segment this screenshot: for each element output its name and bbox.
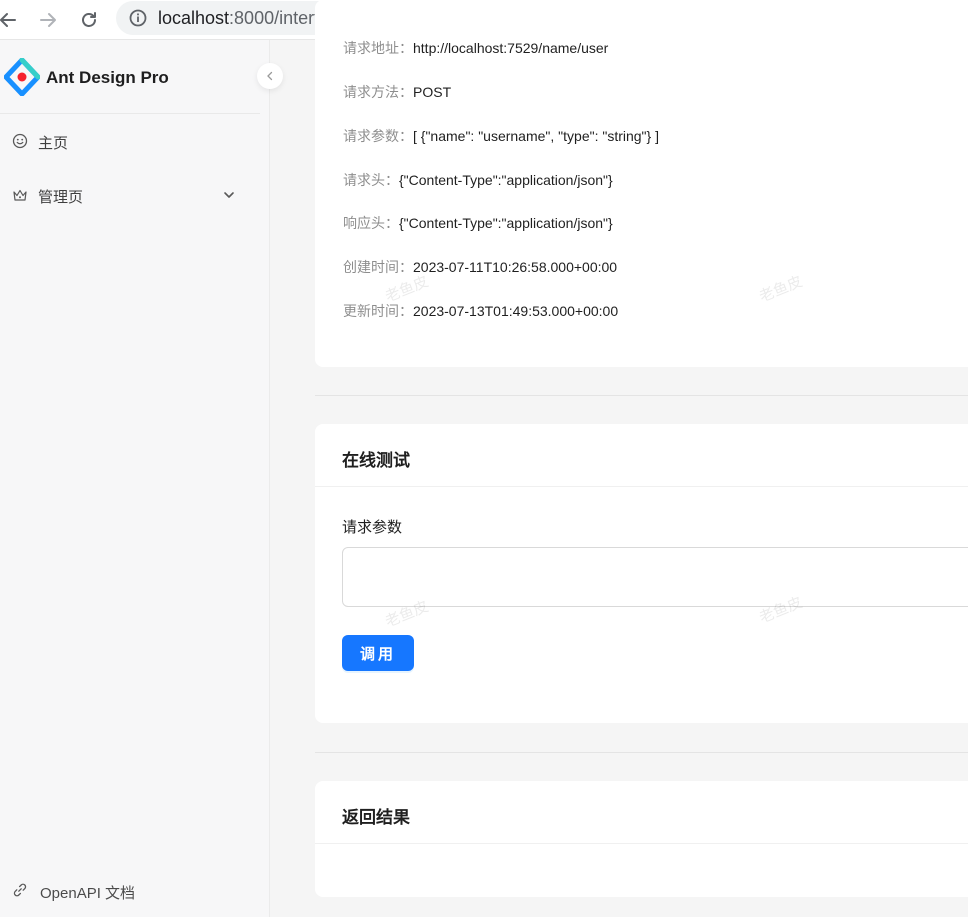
chevron-down-icon: [224, 192, 234, 198]
arrow-right-icon: [40, 13, 56, 27]
url-host: localhost: [158, 8, 230, 28]
ant-design-logo-icon[interactable]: [4, 58, 40, 96]
desc-row-request-header: 请求头：{"Content-Type":"application/json"}: [343, 170, 613, 190]
request-params-input[interactable]: [342, 547, 968, 607]
result-card: 返回结果: [315, 781, 968, 897]
brand-title[interactable]: Ant Design Pro: [46, 68, 169, 88]
sidebar-item-home[interactable]: 主页: [0, 121, 250, 161]
crown-icon: [13, 189, 27, 201]
desc-label: 请求方法：: [343, 84, 413, 100]
smile-icon: [12, 133, 28, 149]
chevron-left-icon: [267, 71, 273, 81]
desc-row-update-time: 更新时间：2023-07-13T01:49:53.000+00:00: [343, 301, 618, 321]
desc-value: {"Content-Type":"application/json"}: [399, 215, 613, 231]
info-icon[interactable]: [128, 8, 148, 28]
result-title: 返回结果: [342, 808, 410, 827]
reload-button[interactable]: [75, 6, 103, 34]
desc-value: 2023-07-13T01:49:53.000+00:00: [413, 303, 619, 319]
desc-row-method: 请求方法：POST: [343, 82, 451, 102]
reload-icon: [82, 12, 96, 27]
desc-value: http://localhost:7529/name/user: [413, 40, 609, 56]
sidebar-divider: [0, 113, 260, 114]
desc-value: POST: [413, 84, 452, 100]
sidebar-item-label: 管理页: [38, 189, 84, 206]
desc-label: 请求地址：: [343, 40, 413, 56]
online-test-title: 在线测试: [342, 451, 410, 470]
section-divider: [315, 395, 968, 396]
card-header: 在线测试: [315, 424, 968, 487]
sidebar: Ant Design Pro 主页 管理页 OpenAPI 文档: [0, 40, 283, 917]
sidebar-item-label: 主页: [38, 135, 69, 152]
card-header: 返回结果: [315, 781, 968, 844]
collapse-sidebar-button[interactable]: [257, 63, 283, 89]
interface-details-card: 请求地址：http://localhost:7529/name/user 请求方…: [315, 0, 968, 367]
sidebar-item-admin[interactable]: 管理页: [0, 175, 250, 215]
link-icon: [13, 883, 27, 897]
desc-label: 更新时间：: [343, 303, 413, 319]
desc-value: [ {"name": "username", "type": "string"}…: [413, 128, 659, 144]
openapi-docs-link[interactable]: OpenAPI 文档: [0, 870, 260, 910]
online-test-card: 在线测试 请求参数 调用: [315, 424, 968, 723]
openapi-docs-label: OpenAPI 文档: [40, 885, 136, 902]
desc-row-create-time: 创建时间：2023-07-11T10:26:58.000+00:00: [343, 257, 617, 277]
desc-row-params: 请求参数：[ {"name": "username", "type": "str…: [343, 126, 659, 146]
desc-row-response-header: 响应头：{"Content-Type":"application/json"}: [343, 213, 613, 233]
desc-value: 2023-07-11T10:26:58.000+00:00: [413, 259, 618, 275]
desc-label: 请求参数：: [343, 128, 413, 144]
desc-row-url: 请求地址：http://localhost:7529/name/user: [343, 38, 608, 58]
forward-button[interactable]: [34, 6, 62, 34]
back-button[interactable]: [0, 6, 22, 34]
desc-label: 创建时间：: [343, 259, 413, 275]
invoke-button[interactable]: 调用: [342, 635, 414, 671]
desc-label: 响应头：: [343, 215, 399, 231]
desc-value: {"Content-Type":"application/json"}: [399, 172, 613, 188]
request-params-label: 请求参数: [342, 519, 403, 536]
section-divider: [315, 752, 968, 753]
arrow-left-icon: [0, 13, 16, 27]
desc-label: 请求头：: [343, 172, 399, 188]
